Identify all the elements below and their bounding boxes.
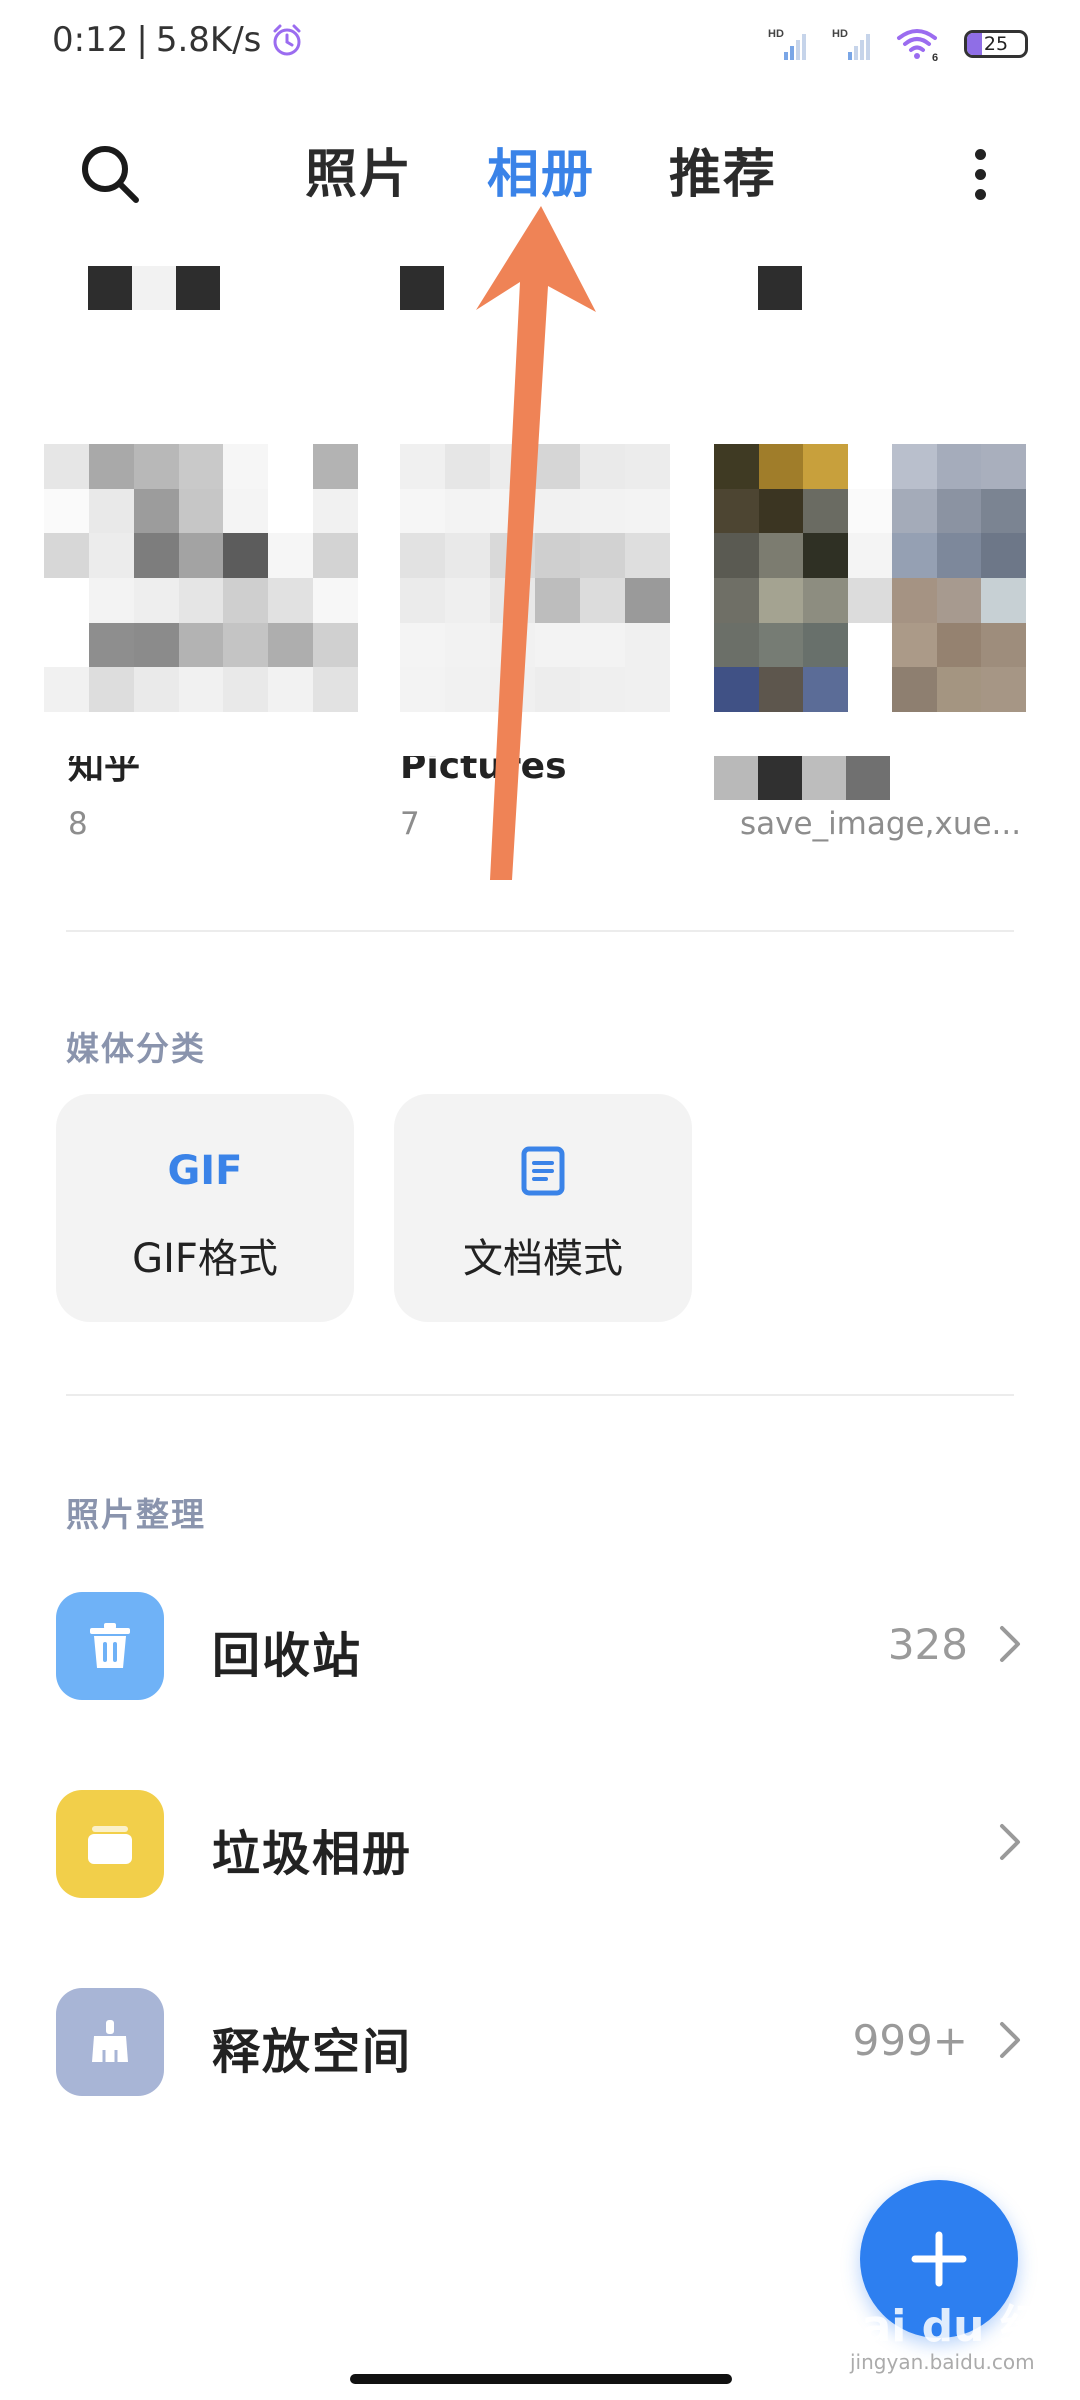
alarm-icon — [273, 24, 301, 56]
watermark-url: jingyan.baidu.com — [850, 2350, 1035, 2374]
free-space-label: 释放空间 — [212, 2024, 413, 2080]
free-space-count: 999+ — [852, 2016, 968, 2065]
recycle-bin-row[interactable]: 回收站 328 — [0, 1560, 1080, 1700]
junk-album-row[interactable]: 垃圾相册 — [0, 1758, 1080, 1898]
album-name: 知乎 — [68, 756, 141, 786]
signal-hd-icon: HD — [832, 28, 870, 60]
more-options-button[interactable] — [950, 134, 1010, 214]
junk-album-label: 垃圾相册 — [212, 1826, 413, 1882]
status-bar: 0:12 | 5.8K/s HD HD 6 25 — [0, 0, 1080, 95]
free-space-row[interactable]: 释放空间 999+ — [0, 1956, 1080, 2096]
search-button[interactable] — [70, 134, 150, 214]
album-count: save_image,xue... — [740, 806, 1022, 842]
status-right: HD HD 6 25 — [768, 26, 1028, 62]
gif-category-card[interactable]: GIF GIF格式 — [56, 1094, 354, 1322]
tab-albums[interactable]: 相册 — [487, 130, 595, 220]
status-time: 0:12 — [52, 20, 129, 60]
media-categories-title: 媒体分类 — [66, 1029, 206, 1068]
chevron-right-icon — [1000, 1626, 1020, 1662]
broom-icon — [56, 1988, 164, 2096]
signal-2-label: HD — [832, 28, 848, 40]
album-thumbnail[interactable] — [400, 444, 670, 712]
status-separator: | — [136, 20, 148, 60]
signal-1-label: HD — [768, 28, 784, 40]
dot-icon — [974, 148, 986, 160]
document-category-card[interactable]: 文档模式 — [394, 1094, 692, 1322]
tab-recommend[interactable]: 推荐 — [669, 130, 777, 220]
album-mosaic-strip — [400, 266, 444, 310]
signal-hd-icon: HD — [768, 28, 806, 60]
gif-icon: GIF — [56, 1146, 354, 1196]
album-count: 7 — [400, 806, 420, 842]
album-count: 8 — [68, 806, 88, 842]
battery-icon: 25 — [964, 30, 1028, 58]
chevron-right-icon — [1000, 2022, 1020, 2058]
album-thumbnail[interactable] — [714, 444, 1026, 712]
wifi-icon: 6 — [897, 29, 938, 62]
document-category-label: 文档模式 — [463, 1236, 623, 1282]
battery-fill — [967, 33, 982, 55]
album-thumbnail[interactable] — [44, 444, 358, 712]
wifi-label: 6 — [932, 52, 938, 62]
watermark-logo: Bai du 经验 — [828, 2301, 1044, 2400]
trash-icon — [56, 1592, 164, 1700]
chevron-right-icon — [1000, 1824, 1020, 1860]
divider — [66, 930, 1014, 932]
album-name: Pictures — [400, 756, 567, 786]
battery-level: 25 — [983, 33, 1009, 55]
album-mosaic-strip — [88, 266, 220, 310]
tab-photos[interactable]: 照片 — [305, 130, 413, 220]
gif-category-label: GIF格式 — [132, 1236, 278, 1282]
network-speed: 5.8K/s — [155, 20, 262, 60]
tab-bar: 照片 相册 推荐 — [305, 130, 777, 220]
top-nav: 照片 相册 推荐 — [0, 110, 1080, 230]
search-icon — [82, 146, 139, 203]
status-left: 0:12 | 5.8K/s — [52, 20, 305, 60]
document-icon — [394, 1146, 692, 1196]
dot-icon — [974, 168, 986, 180]
recycle-bin-label: 回收站 — [212, 1628, 363, 1684]
photo-organize-title: 照片整理 — [66, 1495, 206, 1534]
album-mosaic-strip — [758, 266, 802, 310]
divider — [66, 1394, 1014, 1396]
album-name-mosaic — [714, 756, 890, 800]
home-indicator — [350, 2374, 732, 2384]
recycle-bin-count: 328 — [887, 1620, 968, 1669]
gif-icon-text: GIF — [167, 1148, 243, 1194]
junk-album-icon — [56, 1790, 164, 1898]
plus-icon — [911, 2231, 967, 2287]
dot-icon — [974, 188, 986, 200]
